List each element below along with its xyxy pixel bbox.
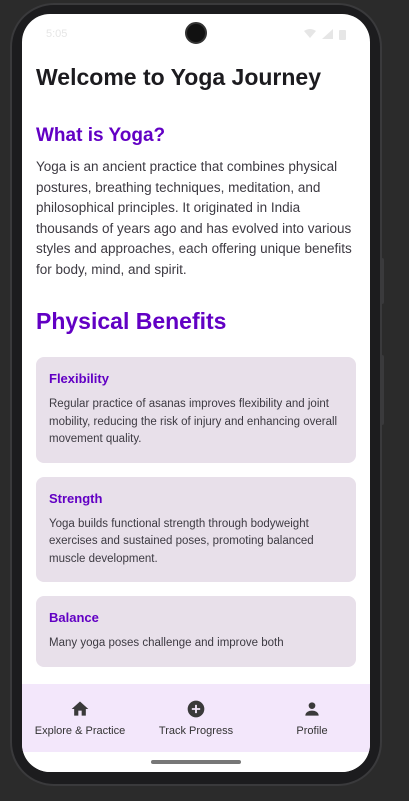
volume-button	[380, 258, 384, 304]
status-time: 5:05	[46, 28, 68, 40]
front-camera	[185, 22, 207, 44]
section-heading-what-is-yoga: What is Yoga?	[36, 125, 166, 146]
benefit-card-list: Flexibility Regular practice of asanas i…	[36, 357, 356, 667]
benefit-card-text: Many yoga poses challenge and improve bo…	[49, 637, 284, 649]
app-screen: 5:05 Welcome to Yoga Journey What is Yog…	[22, 14, 370, 772]
benefit-card-text: Yoga builds functional strength through …	[49, 517, 314, 565]
benefit-card-flexibility[interactable]: Flexibility Regular practice of asanas i…	[36, 357, 356, 463]
scroll-content[interactable]: Welcome to Yoga Journey What is Yoga? Yo…	[22, 54, 370, 684]
benefit-card-text: Regular practice of asanas improves flex…	[49, 398, 338, 445]
page-title: Welcome to Yoga Journey	[36, 64, 322, 90]
nav-label: Explore & Practice	[34, 725, 126, 737]
wifi-icon	[304, 29, 316, 38]
about-yoga-text: Yoga is an ancient practice that combine…	[36, 159, 352, 277]
add-circle-icon	[187, 700, 205, 718]
nav-item-profile[interactable]: Profile	[254, 684, 370, 752]
nav-label: Profile	[296, 725, 328, 737]
power-button	[380, 355, 384, 425]
home-indicator[interactable]	[151, 760, 241, 764]
home-icon	[71, 701, 89, 716]
nav-item-track-progress[interactable]: Track Progress	[138, 684, 254, 752]
benefit-card-title: Balance	[49, 610, 99, 625]
gesture-bar-area	[22, 752, 370, 772]
benefit-card-strength[interactable]: Strength Yoga builds functional strength…	[36, 476, 356, 582]
benefit-card-balance[interactable]: Balance Many yoga poses challenge and im…	[36, 596, 356, 667]
bottom-navigation: Explore & Practice Track Progress Profil…	[22, 684, 370, 752]
section-heading-physical-benefits: Physical Benefits	[36, 308, 227, 334]
nav-item-explore-practice[interactable]: Explore & Practice	[22, 684, 138, 752]
battery-icon	[339, 29, 346, 40]
person-icon	[305, 702, 319, 716]
nav-label: Track Progress	[158, 725, 234, 737]
benefit-card-title: Flexibility	[49, 371, 109, 386]
signal-icon	[322, 29, 333, 39]
benefit-card-title: Strength	[49, 490, 103, 506]
